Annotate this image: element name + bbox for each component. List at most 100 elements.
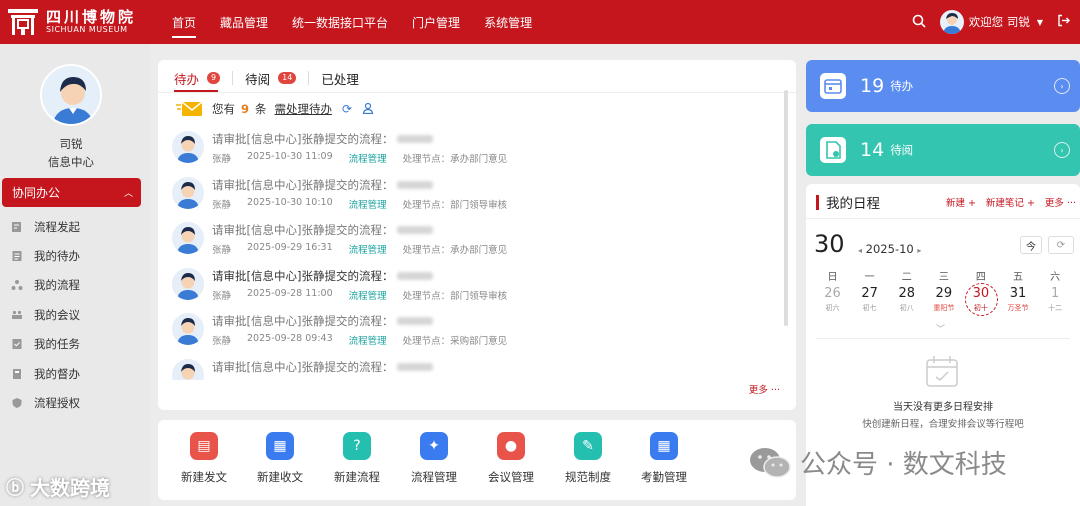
quick-action[interactable]: ▤ 新建发文 [169, 432, 239, 485]
nav-portal[interactable]: 门户管理 [400, 0, 472, 44]
chevron-left-icon[interactable]: ◂ [858, 246, 862, 255]
task-title[interactable]: 请审批[信息中心]张静提交的流程： [212, 359, 393, 375]
task-flow-type[interactable]: 流程管理 [349, 288, 387, 302]
task-flow-type[interactable]: 流程管理 [349, 197, 387, 211]
task-title[interactable]: 请审批[信息中心]张静提交的流程： [212, 131, 393, 147]
refresh-icon[interactable]: ⟳ [342, 102, 352, 116]
new-schedule-button[interactable]: 新建 + [946, 195, 976, 209]
selected-day: 30 [814, 230, 845, 258]
schedule-more-link[interactable]: 更多 ··· [1045, 195, 1076, 209]
redacted-text [397, 226, 434, 234]
calendar-day[interactable]: 27 初七 [851, 284, 888, 318]
task-time: 2025-10-30 11:09 [247, 151, 333, 162]
chevron-right-icon[interactable]: ▸ [917, 246, 921, 255]
tab-toread[interactable]: 待阅 14 [245, 69, 297, 88]
logout-icon[interactable] [1057, 14, 1070, 30]
nav-data-interface[interactable]: 统一数据接口平台 [280, 0, 400, 44]
notice-prefix: 您有 [212, 102, 235, 116]
task-row[interactable]: 请审批[信息中心]张静提交的流程： 张静 2025-10-30 10:10 流程管理 处… [172, 176, 782, 222]
supervise-icon [11, 368, 23, 380]
task-title[interactable]: 请审批[信息中心]张静提交的流程： [212, 222, 393, 238]
task-flow-type[interactable]: 流程管理 [349, 242, 387, 256]
read-doc-icon [820, 137, 846, 163]
sidebar-item-label: 流程发起 [34, 219, 80, 234]
task-row[interactable]: 请审批[信息中心]张静提交的流程： [172, 358, 782, 380]
pending-card[interactable]: 19 待办 › [806, 60, 1080, 112]
calendar-day[interactable]: 28 初八 [888, 284, 925, 318]
welcome-text[interactable]: 欢迎您 司锐 [969, 14, 1030, 30]
tab-todo[interactable]: 待办 9 [174, 69, 221, 88]
avatar [172, 267, 204, 300]
calendar-day[interactable]: 1 十二 [1037, 284, 1074, 318]
tab-done[interactable]: 已处理 [321, 69, 359, 88]
chevron-right-icon[interactable]: › [1054, 142, 1070, 158]
calendar-day-today[interactable]: 30 初十 [962, 283, 999, 318]
weekday-header: 日一二三四五六 [814, 268, 1074, 283]
sidebar-item-my-task[interactable]: 我的任务 [0, 330, 150, 359]
redacted-text [397, 362, 434, 371]
chevron-down-icon[interactable]: ▼ [1037, 18, 1043, 27]
quick-action-label: 会议管理 [488, 470, 534, 484]
tab-label: 已处理 [321, 71, 359, 87]
task-flow-type[interactable]: 流程管理 [349, 333, 387, 347]
sidebar-item-flow-authorize[interactable]: 流程授权 [0, 388, 150, 417]
sidebar-item-start-flow[interactable]: 流程发起 [0, 212, 150, 241]
inbox-icon: ▦ [266, 432, 294, 460]
wechat-icon [748, 445, 792, 481]
sidebar-item-my-meeting[interactable]: 我的会议 [0, 300, 150, 329]
lunar-label: 初六 [825, 304, 840, 312]
day-number: 26 [824, 286, 841, 301]
profile-avatar[interactable] [40, 64, 102, 126]
task-row[interactable]: 请审批[信息中心]张静提交的流程： 张静 2025-10-30 11:09 流程管理 处… [172, 130, 782, 176]
calendar-day[interactable]: 26 初六 [814, 284, 851, 318]
calendar-day[interactable]: 31 万圣节 [999, 284, 1036, 318]
more-link[interactable]: 更多 ··· [749, 382, 780, 396]
brand-logo[interactable]: 四川博物院 SICHUAN MUSEUM [0, 6, 160, 38]
avatar [172, 222, 204, 254]
avatar [172, 358, 204, 380]
sidebar-item-my-flow[interactable]: 我的流程 [0, 271, 150, 300]
refresh-icon[interactable]: ⟳ [1048, 236, 1074, 254]
user-filter-icon[interactable] [362, 102, 374, 117]
task-flow-type[interactable]: 流程管理 [349, 151, 387, 165]
task-row[interactable]: 请审批[信息中心]张静提交的流程： 张静 2025-09-29 16:31 流程管理 处… [172, 221, 782, 267]
chevron-down-icon[interactable]: ﹀ [936, 322, 945, 335]
search-icon[interactable] [912, 14, 926, 31]
tab-label: 待办 [174, 71, 200, 87]
avatar[interactable] [939, 10, 964, 34]
schedule-divider [806, 218, 1080, 219]
quick-action[interactable]: ▦ 考勤管理 [629, 432, 699, 485]
task-node: 处理节点：部门领导审核 [402, 199, 508, 211]
quick-action[interactable]: ● 会议管理 [476, 432, 546, 485]
quick-action[interactable]: ▦ 新建收文 [245, 432, 315, 485]
task-row[interactable]: 请审批[信息中心]张静提交的流程： 张静 2025-09-28 09:43 流程管理 处… [172, 312, 782, 358]
pending-link[interactable]: 需处理待办 [275, 101, 333, 117]
toread-card[interactable]: 14 待阅 › [806, 124, 1080, 176]
new-note-button[interactable]: 新建笔记 + [986, 195, 1035, 209]
task-user: 张静 [212, 245, 232, 256]
month-switcher[interactable]: ◂ 2025-10 ▸ [858, 242, 921, 256]
nav-home[interactable]: 首页 [160, 0, 208, 44]
quick-action[interactable]: ✎ 规范制度 [553, 432, 623, 485]
sidebar-item-my-supervise[interactable]: 我的督办 [0, 359, 150, 388]
day-number: 30 [972, 286, 990, 301]
task-user: 张静 [212, 336, 232, 347]
calendar-day[interactable]: 29 重阳节 [925, 284, 962, 318]
task-title[interactable]: 请审批[信息中心]张静提交的流程： [212, 313, 393, 329]
quick-action-label: 新建收文 [257, 470, 303, 484]
sidebar-item-my-todo[interactable]: 我的待办 [0, 241, 150, 270]
quick-action[interactable]: ? 新建流程 [322, 432, 392, 485]
brand-mark-icon: ⓑ [6, 477, 24, 499]
quick-action-label: 流程管理 [411, 470, 457, 484]
table-icon: ▦ [650, 432, 678, 460]
task-title[interactable]: 请审批[信息中心]张静提交的流程： [212, 268, 393, 284]
today-button[interactable]: 今 [1020, 236, 1042, 254]
quick-action[interactable]: ✦ 流程管理 [399, 432, 469, 485]
nav-system[interactable]: 系统管理 [472, 0, 544, 44]
nav-collections[interactable]: 藏品管理 [208, 0, 280, 44]
scrollbar[interactable] [784, 90, 788, 326]
menu-group-collab[interactable]: 协同办公 ︿ [2, 178, 141, 207]
chevron-right-icon[interactable]: › [1054, 78, 1070, 94]
task-title[interactable]: 请审批[信息中心]张静提交的流程： [212, 177, 393, 193]
task-row[interactable]: 请审批[信息中心]张静提交的流程： 张静 2025-09-28 11:00 流程管理 处… [172, 267, 782, 313]
